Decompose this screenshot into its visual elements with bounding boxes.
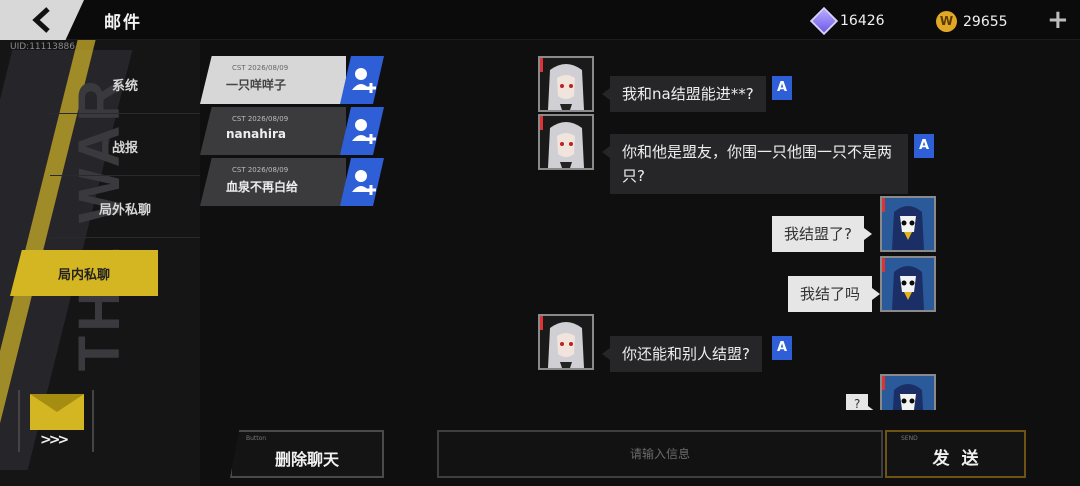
translate-button[interactable]: A [772, 336, 792, 360]
add-currency-button[interactable]: + [1047, 7, 1069, 33]
add-friend-button[interactable] [340, 158, 384, 206]
sidebar-item-battle-report[interactable]: 战报 [50, 118, 200, 176]
coin-amount: 29655 [963, 13, 1008, 30]
avatar[interactable] [538, 114, 594, 170]
gem-amount: 16426 [840, 13, 885, 29]
avatar[interactable] [880, 196, 936, 252]
gem-counter: 16426 [809, 6, 885, 36]
conversation-name: nanahira [226, 127, 286, 141]
sidebar-item-outer-chat[interactable]: 局外私聊 [50, 180, 200, 238]
avatar[interactable] [538, 314, 594, 370]
gem-icon [809, 6, 839, 36]
add-friend-button[interactable] [340, 107, 384, 155]
avatar[interactable] [880, 374, 936, 410]
sidebar-item-system[interactable]: 系统 [50, 56, 200, 114]
back-arrow-icon [32, 7, 50, 33]
chat-area[interactable]: 我和na结盟能进**? A 你和他是盟友，你围一只他围一只不是两只? A 我结盟… [390, 40, 1080, 410]
send-tag: SEND [901, 435, 918, 442]
coin-counter: W 29655 [936, 11, 1008, 32]
chevrons-right-icon: >>> [40, 432, 69, 448]
sidebar-item-inner-chat[interactable]: 局内私聊 [10, 250, 158, 296]
translate-button[interactable]: A [914, 134, 934, 158]
conversation-name: 血泉不再白给 [226, 180, 299, 194]
conversation-body[interactable]: CST 2026/08/09 nanahira [200, 107, 346, 155]
chat-message: 我结盟了? [772, 216, 872, 252]
translate-button[interactable]: A [772, 76, 792, 100]
send-label: 发送 [932, 449, 991, 469]
blue-robot-character-icon [882, 376, 934, 410]
delete-chat-label: 删除聊天 [274, 450, 339, 469]
avatar[interactable] [538, 56, 594, 112]
conversation-item[interactable]: CST 2026/08/09 血泉不再白给 [200, 158, 384, 206]
white-hair-character-icon [548, 64, 584, 110]
conversation-item[interactable]: CST 2026/08/09 nanahira [200, 107, 384, 155]
add-friend-button[interactable] [340, 56, 384, 104]
chat-message: ? [846, 394, 877, 410]
avatar[interactable] [880, 256, 936, 312]
conversation-date: CST 2026/08/09 [232, 115, 289, 123]
chat-message: 你和他是盟友，你围一只他围一只不是两只? [602, 134, 908, 194]
white-hair-character-icon [548, 322, 584, 368]
conversation-item[interactable]: CST 2026/08/09 一只咩咩子 [200, 56, 384, 104]
sidebar-item-label: 局外私聊 [98, 203, 151, 218]
message-input[interactable] [437, 430, 883, 478]
add-user-icon [352, 170, 376, 195]
coin-icon: W [936, 11, 957, 32]
sidebar: THE WAR 系统 战报 局外私聊 局内私聊 >>> [0, 40, 200, 486]
back-button[interactable] [0, 0, 84, 40]
white-hair-character-icon [548, 122, 584, 168]
conversation-date: CST 2026/08/09 [232, 64, 289, 72]
mail-button[interactable]: >>> [18, 390, 94, 452]
sidebar-item-label: 战报 [111, 141, 138, 156]
conversation-body[interactable]: CST 2026/08/09 血泉不再白给 [200, 158, 346, 206]
top-bar: 邮件 16426 W 29655 + [0, 0, 1080, 40]
sidebar-item-label: 局内私聊 [57, 267, 110, 283]
envelope-icon [30, 394, 84, 430]
conversation-date: CST 2026/08/09 [232, 166, 289, 174]
conversation-name: 一只咩咩子 [226, 78, 287, 92]
user-id: UID:11113886 [10, 42, 76, 52]
chat-message: 我结了吗 [788, 276, 881, 312]
chat-message: 我和na结盟能进**? [602, 76, 766, 112]
sidebar-item-label: 系统 [111, 79, 138, 94]
button-tag: Button [246, 435, 267, 442]
blue-robot-character-icon [882, 198, 934, 250]
add-user-icon [352, 68, 376, 93]
send-button[interactable]: SEND 发送 [885, 430, 1026, 478]
delete-chat-button[interactable]: Button 删除聊天 [230, 430, 384, 478]
page-title: 邮件 [104, 13, 142, 33]
add-user-icon [352, 119, 376, 144]
conversation-body[interactable]: CST 2026/08/09 一只咩咩子 [200, 56, 346, 104]
blue-robot-character-icon [882, 258, 934, 310]
chat-message: 你还能和别人结盟? [602, 336, 762, 372]
